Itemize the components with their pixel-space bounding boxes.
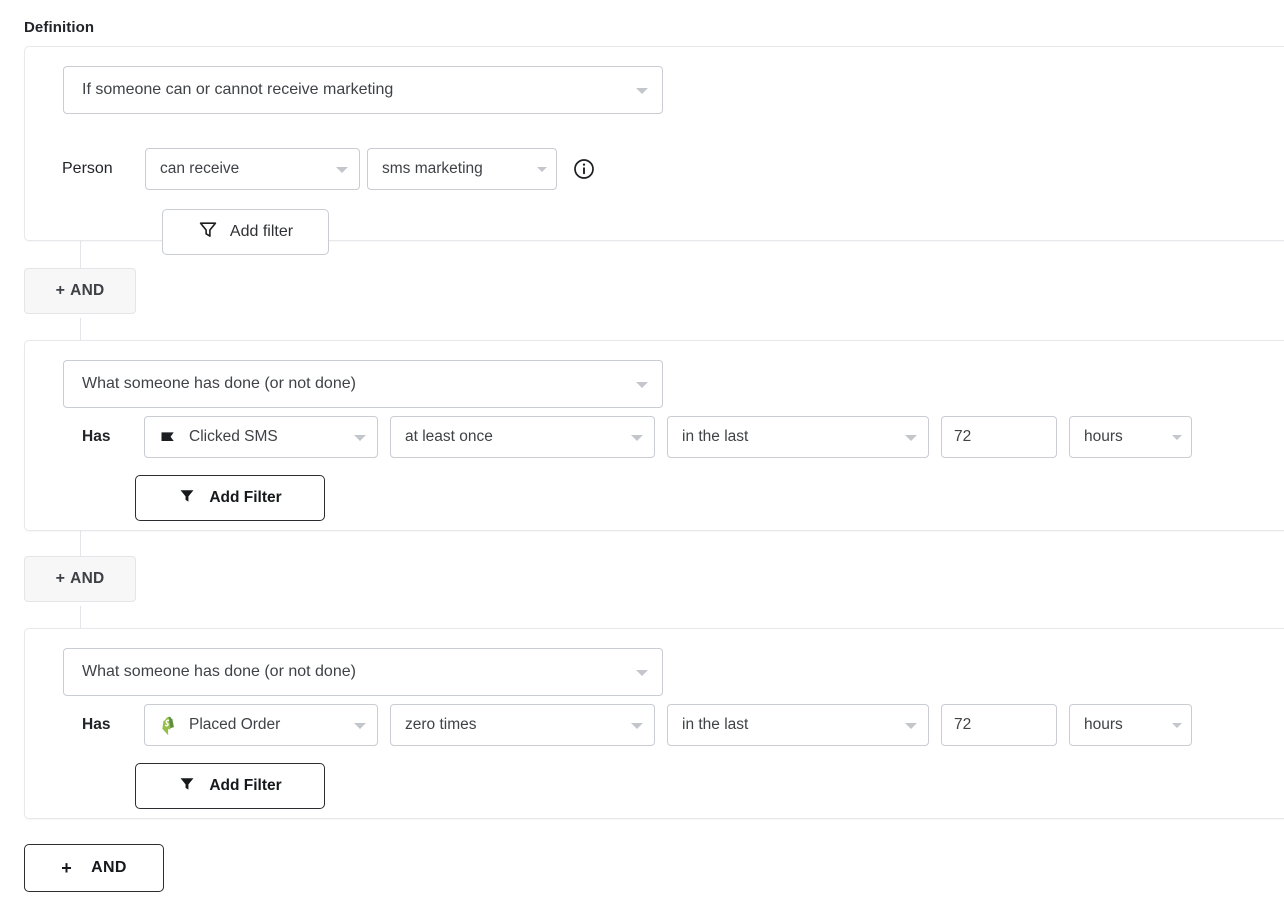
chevron-down-icon xyxy=(631,435,643,441)
metric-select-3[interactable]: Placed Order xyxy=(144,704,378,746)
add-filter-button-1[interactable]: Add filter xyxy=(162,209,329,255)
connector-line xyxy=(80,318,81,340)
timeframe-value-2: in the last xyxy=(682,428,749,445)
and-label-2: AND xyxy=(70,570,105,587)
chevron-down-icon xyxy=(636,88,648,94)
chevron-down-icon xyxy=(631,723,643,729)
connector-line xyxy=(80,530,81,556)
chevron-down-icon xyxy=(905,723,917,729)
timeframe-select-2[interactable]: in the last xyxy=(667,416,929,458)
shopify-bag-icon xyxy=(157,714,179,736)
timeframe-amount-input-2[interactable]: 72 xyxy=(941,416,1057,458)
timeframe-amount-value-3: 72 xyxy=(954,716,972,733)
person-condition-row: Person can receive sms marketing xyxy=(62,148,595,190)
condition-type-select-2[interactable]: What someone has done (or not done) xyxy=(63,360,663,408)
timeframe-amount-value-2: 72 xyxy=(954,428,972,445)
funnel-solid-icon xyxy=(178,487,196,510)
condition-type-select-1[interactable]: If someone can or cannot receive marketi… xyxy=(63,66,663,114)
chevron-down-icon xyxy=(905,435,917,441)
condition-type-select-3[interactable]: What someone has done (or not done) xyxy=(63,648,663,696)
plus-icon: + xyxy=(61,857,73,878)
metric-select-2[interactable]: Clicked SMS xyxy=(144,416,378,458)
timeframe-unit-select-3[interactable]: hours xyxy=(1069,704,1192,746)
condition-card-1: If someone can or cannot receive marketi… xyxy=(24,46,1284,255)
connector-line xyxy=(80,606,81,628)
permission-value: can receive xyxy=(160,160,240,177)
count-select-3[interactable]: zero times xyxy=(390,704,655,746)
activity-condition-row-3: Has Placed Order zero times in the last … xyxy=(82,704,1192,746)
channel-value: sms marketing xyxy=(382,160,483,177)
condition-card-3: What someone has done (or not done) Has … xyxy=(24,628,1284,819)
timeframe-select-3[interactable]: in the last xyxy=(667,704,929,746)
chevron-down-icon xyxy=(354,723,366,729)
add-filter-label-3: Add Filter xyxy=(209,777,282,794)
count-value-3: zero times xyxy=(405,716,477,733)
chevron-down-icon xyxy=(636,382,648,388)
chevron-down-icon xyxy=(1172,723,1182,728)
info-circle-icon[interactable] xyxy=(573,158,595,180)
count-value-2: at least once xyxy=(405,428,493,445)
add-and-condition-button-1[interactable]: + AND xyxy=(24,268,136,314)
funnel-solid-icon xyxy=(178,775,196,798)
timeframe-unit-value-2: hours xyxy=(1084,428,1123,445)
has-row-label-3: Has xyxy=(82,716,111,733)
add-filter-button-2[interactable]: Add Filter xyxy=(135,475,325,521)
plus-icon: + xyxy=(55,282,66,299)
add-and-condition-button-2[interactable]: + AND xyxy=(24,556,136,602)
add-filter-label-1: Add filter xyxy=(229,223,294,240)
and-label-1: AND xyxy=(70,282,105,299)
condition-type-label-3: What someone has done (or not done) xyxy=(82,663,356,680)
condition-type-label-2: What someone has done (or not done) xyxy=(82,375,356,392)
has-row-label-2: Has xyxy=(82,428,111,445)
timeframe-unit-value-3: hours xyxy=(1084,716,1123,733)
count-select-2[interactable]: at least once xyxy=(390,416,655,458)
sms-flag-icon xyxy=(157,426,179,448)
add-and-group-button[interactable]: + AND xyxy=(24,844,164,892)
chevron-down-icon xyxy=(636,670,648,676)
condition-card-2: What someone has done (or not done) Has … xyxy=(24,340,1284,531)
channel-select[interactable]: sms marketing xyxy=(367,148,557,190)
chevron-down-icon xyxy=(1172,435,1182,440)
and-label-footer: AND xyxy=(91,859,127,876)
timeframe-amount-input-3[interactable]: 72 xyxy=(941,704,1057,746)
add-filter-label-2: Add Filter xyxy=(209,489,282,506)
condition-type-label-1: If someone can or cannot receive marketi… xyxy=(82,81,394,98)
timeframe-value-3: in the last xyxy=(682,716,749,733)
plus-icon: + xyxy=(55,570,66,587)
connector-line xyxy=(80,240,81,268)
timeframe-unit-select-2[interactable]: hours xyxy=(1069,416,1192,458)
add-filter-button-3[interactable]: Add Filter xyxy=(135,763,325,809)
person-row-label: Person xyxy=(62,160,113,177)
metric-value-3: Placed Order xyxy=(189,716,281,733)
segment-definition-builder: Definition If someone can or cannot rece… xyxy=(0,0,1284,916)
chevron-down-icon xyxy=(354,435,366,441)
chevron-down-icon xyxy=(537,167,547,172)
metric-value-2: Clicked SMS xyxy=(189,428,278,445)
chevron-down-icon xyxy=(336,167,348,173)
page-title: Definition xyxy=(24,19,95,36)
activity-condition-row-2: Has Clicked SMS at least once in the las… xyxy=(82,416,1192,458)
permission-select[interactable]: can receive xyxy=(145,148,360,190)
funnel-outline-icon xyxy=(198,220,218,245)
